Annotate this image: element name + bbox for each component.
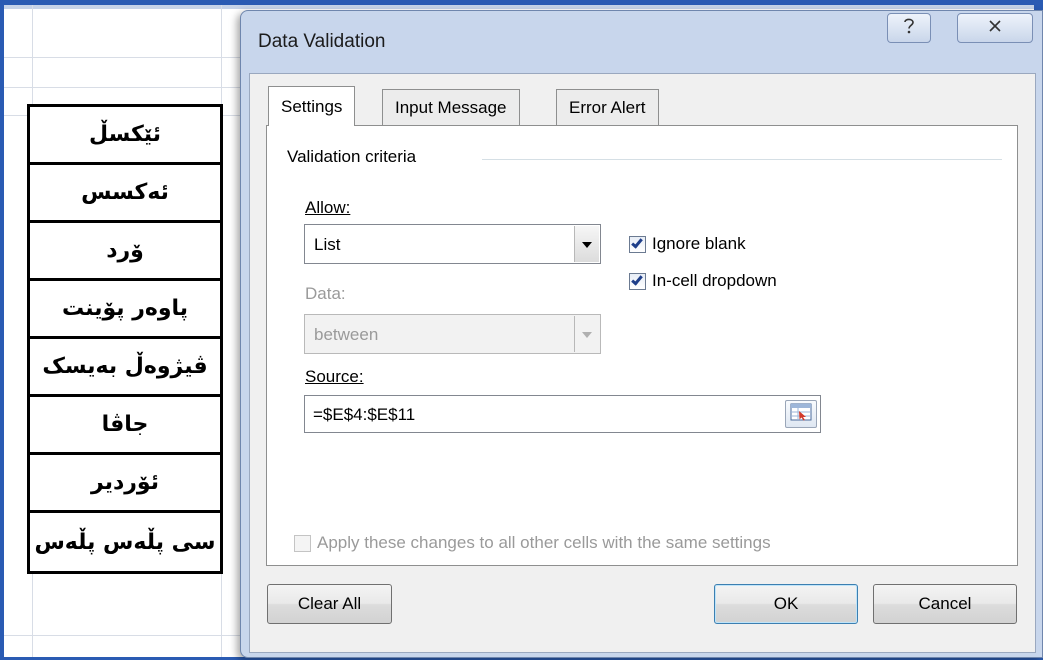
tab-input-message[interactable]: Input Message (382, 89, 520, 125)
cell-text: پاوەر پۆینت (61, 296, 189, 321)
source-list-range: ئێکسڵ ئەکسس ۆرد پاوەر پۆینت ڤیژوەڵ بەیسک… (27, 104, 223, 574)
list-cell[interactable]: سی پڵەس پڵەس (30, 513, 220, 574)
cancel-label: Cancel (918, 594, 972, 613)
list-cell[interactable]: ۆرد (30, 223, 220, 281)
cell-text: جاڤا (101, 412, 149, 437)
allow-dropdown[interactable]: List (304, 224, 601, 264)
help-button[interactable] (887, 13, 931, 43)
incell-dropdown-checkbox[interactable]: In-cell dropdown (629, 271, 777, 291)
cell-text: ۆرد (106, 238, 144, 263)
apply-all-checkbox: Apply these changes to all other cells w… (294, 533, 771, 553)
ok-label: OK (773, 594, 799, 613)
tab-settings[interactable]: Settings (268, 86, 356, 126)
apply-all-label: Apply these changes to all other cells w… (317, 533, 771, 552)
list-cell[interactable]: ئەکسس (30, 165, 220, 223)
source-value: =$E$4:$E$11 (313, 405, 416, 424)
list-cell[interactable]: پاوەر پۆینت (30, 281, 220, 339)
dialog-titlebar[interactable]: Data Validation (241, 11, 1042, 73)
sheet-header-strip (4, 5, 1040, 9)
data-label: Data: (305, 284, 346, 303)
source-input[interactable]: =$E$4:$E$11 (304, 395, 821, 433)
cell-text: سی پڵەس پڵەس (34, 529, 216, 555)
data-validation-dialog: Data Validation Settings Input Message E… (240, 10, 1043, 658)
data-dropdown-button (574, 316, 599, 352)
cell-text: ئەکسس (81, 180, 169, 205)
check-icon (631, 235, 643, 249)
chevron-down-icon (582, 332, 592, 338)
ignore-blank-checkbox[interactable]: Ignore blank (629, 234, 746, 254)
checkbox-box (294, 534, 311, 552)
ignore-blank-label: Ignore blank (652, 234, 746, 253)
clear-all-label: Clear All (297, 594, 362, 613)
allow-label: Allow: (305, 198, 350, 218)
cell-text: ئۆردیر (91, 470, 159, 495)
list-cell[interactable]: جاڤا (30, 397, 220, 455)
tab-error-alert[interactable]: Error Alert (556, 89, 659, 125)
clear-all-button[interactable]: Clear All (267, 584, 392, 624)
help-icon (902, 17, 916, 40)
range-picker-button[interactable] (785, 400, 817, 428)
list-cell[interactable]: ڤیژوەڵ بەیسک (30, 339, 220, 397)
close-button[interactable] (957, 13, 1033, 43)
source-label-text: Source: (305, 367, 364, 386)
ok-button[interactable]: OK (714, 584, 858, 624)
data-value: between (314, 325, 379, 344)
allow-label-text: Allow: (305, 198, 351, 217)
dialog-title: Data Validation (258, 31, 386, 52)
group-divider (482, 159, 1002, 160)
source-label: Source: (305, 367, 364, 387)
checkbox-box[interactable] (629, 235, 646, 253)
checkbox-box[interactable] (629, 272, 646, 290)
cell-text: ئێکسڵ (88, 122, 162, 147)
validation-criteria-label: Validation criteria (287, 147, 417, 166)
cancel-button[interactable]: Cancel (873, 584, 1017, 624)
cell-text: ڤیژوەڵ بەیسک (42, 354, 208, 379)
check-icon (631, 272, 643, 286)
list-cell[interactable]: ئێکسڵ (30, 107, 220, 165)
allow-dropdown-button[interactable] (574, 226, 599, 262)
chevron-down-icon (582, 242, 592, 248)
close-icon (988, 19, 1002, 38)
range-select-icon (790, 403, 812, 426)
incell-dropdown-label: In-cell dropdown (652, 271, 777, 290)
list-cell[interactable]: ئۆردیر (30, 455, 220, 513)
allow-value: List (314, 235, 341, 254)
data-dropdown: between (304, 314, 601, 354)
dialog-body: Settings Input Message Error Alert Valid… (249, 73, 1036, 653)
settings-panel: Validation criteria Allow: List Data: be… (266, 125, 1018, 566)
